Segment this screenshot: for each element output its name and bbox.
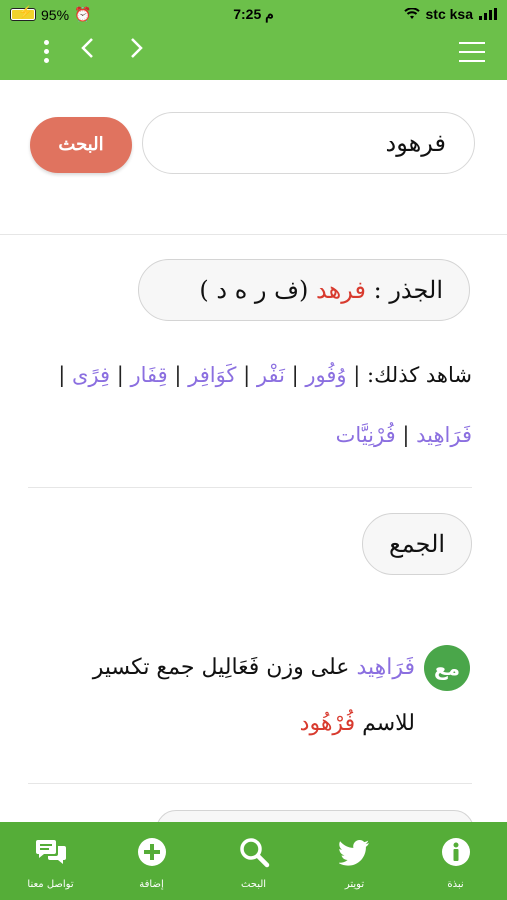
witness-word[interactable]: فَرَاهِيد: [416, 423, 472, 447]
back-arrow-icon[interactable]: [80, 36, 94, 66]
section-divider: [28, 487, 472, 488]
add-icon: [137, 838, 166, 866]
tab-twitter[interactable]: تويتر: [304, 822, 405, 900]
witness-word[interactable]: فُرْنِيَّات: [336, 423, 396, 447]
tab-label: نبذة: [447, 879, 464, 890]
entry-base-word[interactable]: فُرْهُود: [300, 711, 355, 736]
search-input[interactable]: فرهود: [142, 112, 475, 174]
witness-word[interactable]: فِرًى: [72, 363, 110, 387]
witness-word[interactable]: كَوَافِر: [188, 363, 236, 387]
nav-bar: [0, 30, 507, 80]
search-button[interactable]: البحث: [30, 117, 132, 173]
root-label: الجذر :: [373, 276, 443, 304]
info-icon: [441, 838, 470, 866]
tab-search[interactable]: البحث: [203, 822, 304, 900]
witness-word[interactable]: نَفْر: [257, 363, 285, 387]
more-options-icon[interactable]: [40, 40, 52, 68]
plural-badge: الجمع: [362, 513, 472, 575]
wifi-icon: [403, 8, 420, 19]
status-bar: ⚡ 95% ⏰ 7:25 م stc ksa: [0, 0, 507, 30]
tab-label: تواصل معنا: [27, 879, 74, 890]
section-divider: [28, 783, 472, 784]
witness-list: شاهد كذلك: | وُفُور | نَفْر | كَوَافِر |…: [58, 363, 472, 447]
witness-word[interactable]: وُفُور: [305, 363, 346, 387]
root-word[interactable]: فرهد: [316, 276, 366, 304]
witness-label: شاهد كذلك:: [367, 363, 472, 387]
forward-arrow-icon[interactable]: [130, 36, 144, 66]
search-section: فرهود البحث: [0, 80, 507, 235]
chat-icon: [35, 840, 66, 864]
tab-add[interactable]: إضافة: [101, 822, 202, 900]
tab-about[interactable]: نبذة: [405, 822, 506, 900]
search-icon: [239, 838, 269, 868]
tab-label: إضافة: [139, 879, 164, 890]
entry-word[interactable]: فَرَاهِيد: [356, 655, 415, 680]
entry-text: فَرَاهِيد على وزن فَعَالِيل جمع تكسير لل…: [60, 640, 415, 752]
witness-word[interactable]: قِفَار: [130, 363, 167, 387]
dictionary-entry-icon: مع: [424, 645, 470, 691]
tab-bar: تواصل معنا إضافة البحث تويتر نبذة: [0, 822, 507, 900]
signal-icon: [479, 8, 497, 20]
tab-contact[interactable]: تواصل معنا: [0, 822, 101, 900]
root-letters: (ف ر ه د ): [199, 276, 309, 304]
carrier-name: stc ksa: [425, 6, 473, 22]
tab-label: تويتر: [344, 879, 365, 890]
signal-area: stc ksa: [403, 6, 497, 22]
tab-label: البحث: [240, 879, 267, 890]
hamburger-menu-icon[interactable]: [459, 42, 485, 64]
root-badge: الجذر : فرهد (ف ر ه د ): [138, 259, 470, 321]
twitter-icon: [338, 840, 369, 866]
